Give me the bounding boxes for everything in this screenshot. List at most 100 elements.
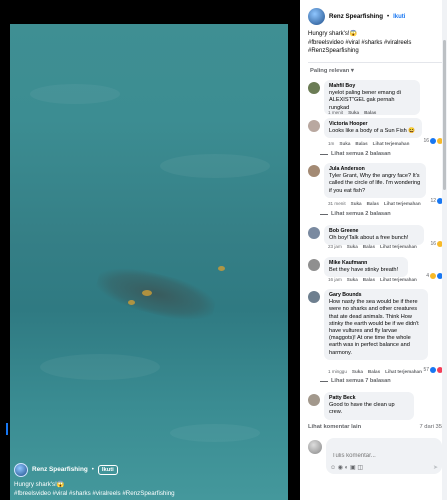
avatar[interactable] xyxy=(14,463,28,477)
reaction-number: 4 xyxy=(426,273,429,279)
reply-line xyxy=(320,380,328,382)
comment-list: Mahfil Boy nyelot paling bener emang di … xyxy=(306,76,445,423)
caption-hashtags[interactable]: #RenzSpearfishing xyxy=(308,47,442,56)
comment-author[interactable]: Bob Greene xyxy=(329,228,419,235)
comment-author[interactable]: Gary Bounds xyxy=(329,292,423,299)
reaction-number: 16 xyxy=(423,138,429,144)
avatar xyxy=(308,440,322,454)
comment-time: 31 menit xyxy=(328,201,346,206)
follow-button[interactable]: Ikuti xyxy=(393,14,405,20)
avatar[interactable] xyxy=(308,165,320,177)
translate-link[interactable]: Lihat terjemahan xyxy=(385,369,422,374)
comment-bubble: Gary Bounds How nasty the sea would be i… xyxy=(324,289,428,360)
comment-composer: ☺ ◉ ◐ ▣ ◫ ➤ xyxy=(308,436,442,498)
comment-actions: 31 menit Suka Balas Lihat terjemahan xyxy=(328,201,421,206)
like-reaction-icon xyxy=(430,138,436,144)
reaction-number: 16 xyxy=(430,241,436,247)
reaction-number: 12 xyxy=(430,198,436,204)
reply-button[interactable]: Balas xyxy=(355,141,367,146)
reels-viewer: Renz Spearfishing • Ikuti Hungry shark's… xyxy=(0,0,447,500)
view-replies-label: Lihat semua 7 balasan xyxy=(331,378,391,384)
divider xyxy=(308,62,442,63)
reply-button[interactable]: Balas xyxy=(368,369,380,374)
video-player[interactable]: Renz Spearfishing • Ikuti Hungry shark's… xyxy=(0,0,300,500)
reply-button[interactable]: Balas xyxy=(363,244,375,249)
comment-author[interactable]: Mahfil Boy xyxy=(329,83,415,90)
comment-actions: 1 minggu Suka Balas Lihat terjemahan xyxy=(328,369,422,374)
avatar[interactable] xyxy=(308,394,320,406)
avatar[interactable] xyxy=(308,120,320,132)
reaction-number: 57 xyxy=(423,367,429,373)
shark-shape xyxy=(92,260,220,328)
panel-caption: Hungry shark's!😱 #fbreelsvideo #viral #s… xyxy=(308,30,442,56)
translate-link[interactable]: Lihat terjemahan xyxy=(384,201,421,206)
like-button[interactable]: Suka xyxy=(339,141,350,146)
like-button[interactable]: Suka xyxy=(348,110,359,115)
haha-reaction-icon xyxy=(430,273,436,279)
avatar[interactable] xyxy=(308,291,320,303)
comment-bubble: Patty Beck Good to have the clean up cre… xyxy=(324,392,414,420)
comment-text: Good to have the clean up crew. xyxy=(329,402,395,416)
caption-text: Hungry shark's!😱 xyxy=(308,31,357,37)
reply-line xyxy=(320,153,328,155)
view-replies-link[interactable]: Lihat semua 7 balasan xyxy=(320,378,391,384)
reply-button[interactable]: Balas xyxy=(363,277,375,282)
view-replies-label: Lihat semua 2 balasan xyxy=(331,151,391,157)
comment-actions: 23 jam Suka Balas Lihat terjemahan xyxy=(328,244,417,249)
reply-button[interactable]: Balas xyxy=(367,201,379,206)
avatar[interactable] xyxy=(308,8,325,25)
water-ripple xyxy=(40,354,160,380)
like-button[interactable]: Suka xyxy=(352,369,363,374)
follow-button[interactable]: Ikuti xyxy=(97,464,118,476)
fish-shape xyxy=(142,290,152,296)
comment-author[interactable]: Mike Kaufmann xyxy=(329,260,403,267)
video-author-name[interactable]: Renz Spearfishing xyxy=(32,466,88,475)
composer-tools[interactable]: ☺ ◉ ◐ ▣ ◫ xyxy=(330,464,363,471)
comment-author[interactable]: Patty Beck xyxy=(329,395,409,402)
comments-footer: Lihat komentar lain 7 dari 35 xyxy=(308,424,442,430)
like-button[interactable]: Suka xyxy=(347,277,358,282)
scrollbar[interactable] xyxy=(442,0,447,500)
like-reaction-icon xyxy=(430,367,436,373)
caption-hashtags[interactable]: #fbreelsvideo #viral #sharks #viralreels xyxy=(308,39,442,48)
translate-link[interactable]: Lihat terjemahan xyxy=(380,277,417,282)
comment-actions: 16 jam Suka Balas Lihat terjemahan xyxy=(328,277,417,282)
sort-dropdown[interactable]: Paling relevan ▾ xyxy=(310,68,354,74)
reply-line xyxy=(320,213,328,215)
video-caption: Hungry shark's!😱 xyxy=(14,481,65,488)
comment-actions: 1 menit Suka Balas xyxy=(328,110,376,115)
comment-text: nyelot paling bener emang di ALEXIST"GEL… xyxy=(329,90,401,111)
reply-button[interactable]: Balas xyxy=(364,110,376,115)
video-hashtags[interactable]: #fbreelsvideo #viral #sharks #viralreels… xyxy=(14,490,294,499)
reaction-count[interactable]: 16 xyxy=(423,138,443,144)
like-button[interactable]: Suka xyxy=(351,201,362,206)
video-overlay: Renz Spearfishing • Ikuti Hungry shark's… xyxy=(14,463,294,498)
video-frame[interactable] xyxy=(10,24,288,500)
comment-actions: 1m Suka Balas Lihat terjemahan xyxy=(328,141,409,146)
comment-time: 1 minggu xyxy=(328,369,347,374)
comment-text: Looks like a body of a Sun Fish 😆 xyxy=(329,128,416,135)
scrollbar-thumb[interactable] xyxy=(443,40,446,190)
translate-link[interactable]: Lihat terjemahan xyxy=(380,244,417,249)
fish-shape xyxy=(218,266,225,271)
view-replies-link[interactable]: Lihat semua 2 balasan xyxy=(320,151,391,157)
avatar[interactable] xyxy=(308,82,320,94)
reaction-count[interactable]: 57 xyxy=(423,367,443,373)
separator-dot: • xyxy=(91,466,94,473)
send-icon[interactable]: ➤ xyxy=(433,464,438,471)
translate-link[interactable]: Lihat terjemahan xyxy=(373,141,410,146)
load-more-comments-link[interactable]: Lihat komentar lain xyxy=(308,424,361,430)
fish-shape xyxy=(128,300,135,305)
comment-count: 7 dari 35 xyxy=(419,424,442,430)
comment-time: 23 jam xyxy=(328,244,342,249)
comment-time: 1 menit xyxy=(328,110,344,115)
reaction-count[interactable]: 4 xyxy=(426,273,443,279)
view-replies-link[interactable]: Lihat semua 2 balasan xyxy=(320,211,391,217)
avatar[interactable] xyxy=(308,259,320,271)
comment-author[interactable]: Jula Anderson xyxy=(329,166,421,173)
avatar[interactable] xyxy=(308,227,320,239)
panel-author-name[interactable]: Renz Spearfishing xyxy=(329,13,383,20)
like-button[interactable]: Suka xyxy=(347,244,358,249)
panel-header: Renz Spearfishing • Ikuti xyxy=(308,8,405,25)
comment-time: 16 jam xyxy=(328,277,342,282)
